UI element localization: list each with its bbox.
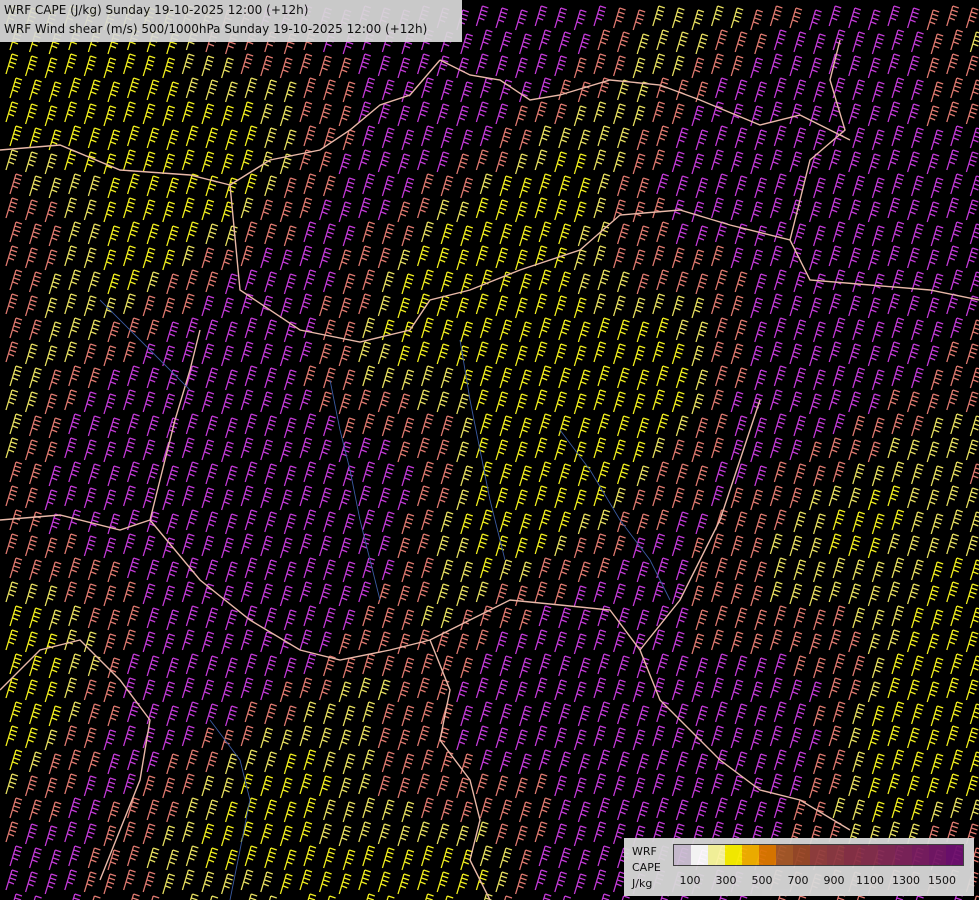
legend-swatch: [759, 845, 776, 865]
legend-swatch: [861, 845, 878, 865]
legend-swatch: [878, 845, 895, 865]
legend-swatch: [929, 845, 946, 865]
legend-swatch: [895, 845, 912, 865]
legend-field-label: CAPE: [632, 861, 661, 874]
legend-tick-label: 700: [787, 874, 809, 887]
legend-tick-label: 100: [679, 874, 701, 887]
legend-tick-label: 300: [715, 874, 737, 887]
legend-swatch: [810, 845, 827, 865]
legend-swatch: [793, 845, 810, 865]
legend-swatch: [912, 845, 929, 865]
legend-swatch: [827, 845, 844, 865]
legend-swatch: [691, 845, 708, 865]
cape-windshear-map: [0, 0, 979, 900]
legend-swatch: [708, 845, 725, 865]
legend-tick-labels: 100 300 500 700 900 1100 1300 1500: [673, 874, 973, 888]
legend-tick-label: 1500: [928, 874, 956, 887]
legend-swatch: [725, 845, 742, 865]
cape-legend: WRF CAPE J/kg 100 300 500 700 900 1100 1300 150…: [624, 838, 974, 896]
legend-swatch: [742, 845, 759, 865]
legend-swatch: [776, 845, 793, 865]
legend-unit-label: J/kg: [632, 877, 653, 890]
map-title-cape: WRF CAPE (J/kg) Sunday 19-10-2025 12:00 …: [4, 3, 309, 17]
legend-swatch: [844, 845, 861, 865]
legend-color-scale: [673, 844, 964, 866]
legend-tick-label: 500: [751, 874, 773, 887]
legend-model-label: WRF: [632, 845, 657, 858]
legend-tick-label: 1300: [892, 874, 920, 887]
legend-tick-label: 900: [823, 874, 845, 887]
map-title-box: WRF CAPE (J/kg) Sunday 19-10-2025 12:00 …: [0, 0, 462, 42]
legend-tick-label: 1100: [856, 874, 884, 887]
map-title-wind-shear: WRF Wind shear (m/s) 500/1000hPa Sunday …: [4, 22, 428, 36]
legend-swatch: [674, 845, 691, 865]
legend-swatch: [946, 845, 963, 865]
